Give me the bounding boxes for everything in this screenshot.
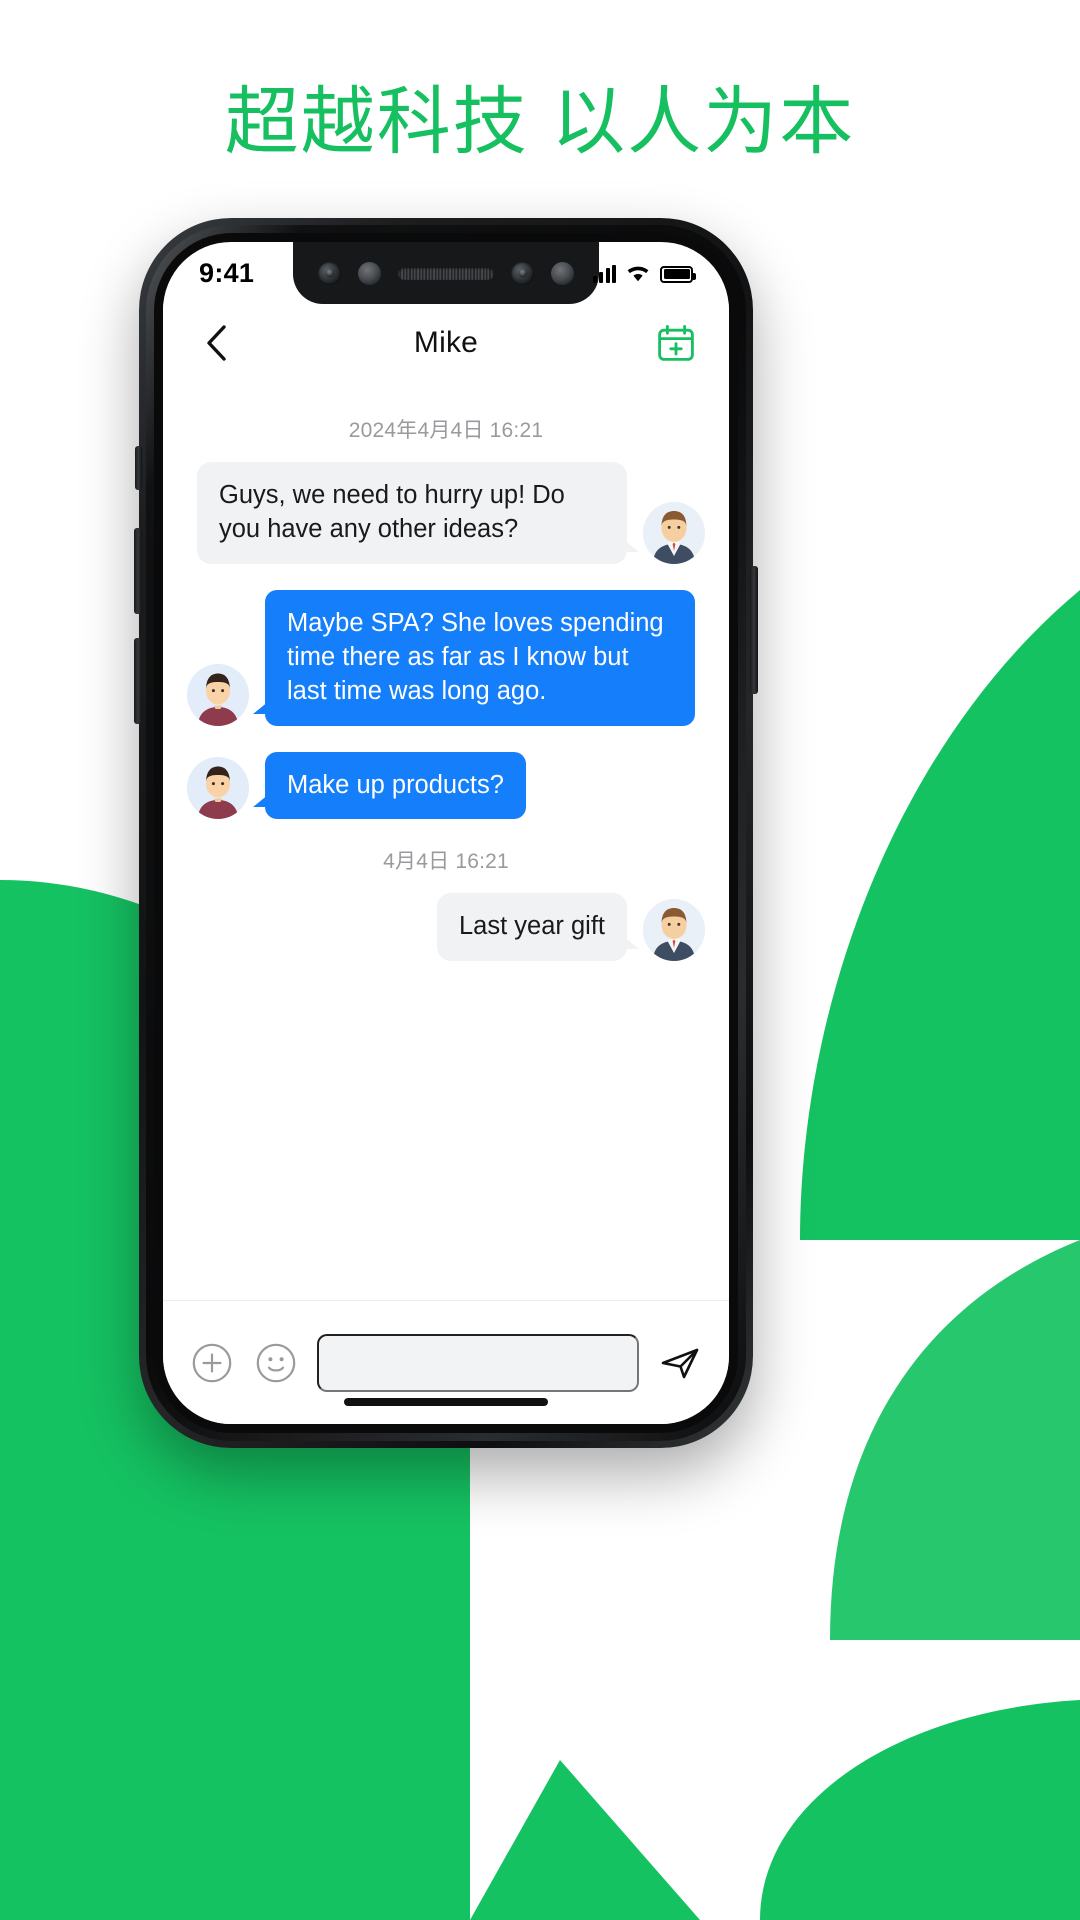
phone-frame: 9:41 Mike 2024年4月4日 16:21 Guys, we need … bbox=[134, 218, 758, 1448]
dot-projector-icon bbox=[551, 261, 574, 285]
message-row: Make up products? bbox=[187, 751, 705, 820]
page-title: Mike bbox=[413, 326, 479, 359]
message-row: Last year gift bbox=[187, 893, 705, 962]
volume-down-button[interactable] bbox=[134, 638, 142, 724]
earpiece-speaker-icon bbox=[398, 266, 494, 280]
infrared-camera-icon bbox=[511, 261, 534, 285]
timestamp-divider-1: 2024年4月4日 16:21 bbox=[348, 419, 544, 442]
avatar-male-suit-icon bbox=[643, 899, 705, 962]
home-indicator[interactable] bbox=[344, 1398, 548, 1406]
avatar-male-dark-hair-icon bbox=[187, 757, 249, 820]
calendar-plus-icon bbox=[658, 325, 694, 361]
avatar-male-suit-icon bbox=[643, 501, 705, 564]
plus-circle-icon bbox=[192, 1343, 232, 1382]
chat-navigation-bar: Mike bbox=[163, 304, 729, 382]
smiley-icon bbox=[256, 1343, 296, 1382]
avatar-male-dark-hair-icon bbox=[187, 663, 249, 726]
avatar[interactable] bbox=[187, 663, 249, 726]
proximity-sensor-icon bbox=[358, 261, 381, 285]
avatar[interactable] bbox=[187, 757, 249, 820]
emoji-button[interactable] bbox=[253, 1340, 299, 1386]
phone-mockup: 9:41 Mike 2024年4月4日 16:21 Guys, we need … bbox=[134, 218, 758, 1448]
timestamp-divider-2: 4月4日 16:21 bbox=[383, 850, 509, 874]
phone-screen: 9:41 Mike 2024年4月4日 16:21 Guys, we need … bbox=[163, 242, 729, 1424]
front-camera-icon bbox=[318, 261, 341, 285]
message-bubble[interactable]: Make up products? bbox=[253, 751, 526, 820]
status-indicators bbox=[592, 264, 696, 283]
add-event-button[interactable] bbox=[653, 320, 699, 366]
send-button[interactable] bbox=[657, 1340, 703, 1386]
wifi-icon bbox=[627, 266, 649, 281]
volume-up-button[interactable] bbox=[134, 528, 142, 614]
battery-full-icon bbox=[660, 265, 696, 283]
message-row: Guys, we need to hurry up! Do you have a… bbox=[187, 462, 705, 564]
message-row: Maybe SPA? She loves spending time there… bbox=[187, 589, 705, 726]
notch bbox=[293, 242, 599, 304]
message-bubble[interactable]: Last year gift bbox=[437, 893, 639, 962]
page-headline: 超越科技 以人为本 bbox=[224, 80, 856, 163]
add-attachment-button[interactable] bbox=[189, 1340, 235, 1386]
back-button[interactable] bbox=[193, 320, 239, 366]
chevron-left-icon bbox=[207, 325, 226, 361]
power-button[interactable] bbox=[750, 566, 758, 694]
avatar[interactable] bbox=[643, 501, 705, 564]
send-paper-plane-icon bbox=[661, 1348, 699, 1378]
message-thread[interactable]: 2024年4月4日 16:21 Guys, we need to hurry u… bbox=[163, 382, 729, 1300]
message-bubble[interactable]: Guys, we need to hurry up! Do you have a… bbox=[197, 462, 639, 564]
avatar[interactable] bbox=[643, 899, 705, 962]
message-bubble[interactable]: Maybe SPA? She loves spending time there… bbox=[253, 589, 695, 726]
message-input[interactable] bbox=[317, 1333, 639, 1392]
mute-switch-button[interactable] bbox=[135, 446, 142, 490]
status-time: 9:41 bbox=[199, 257, 255, 288]
